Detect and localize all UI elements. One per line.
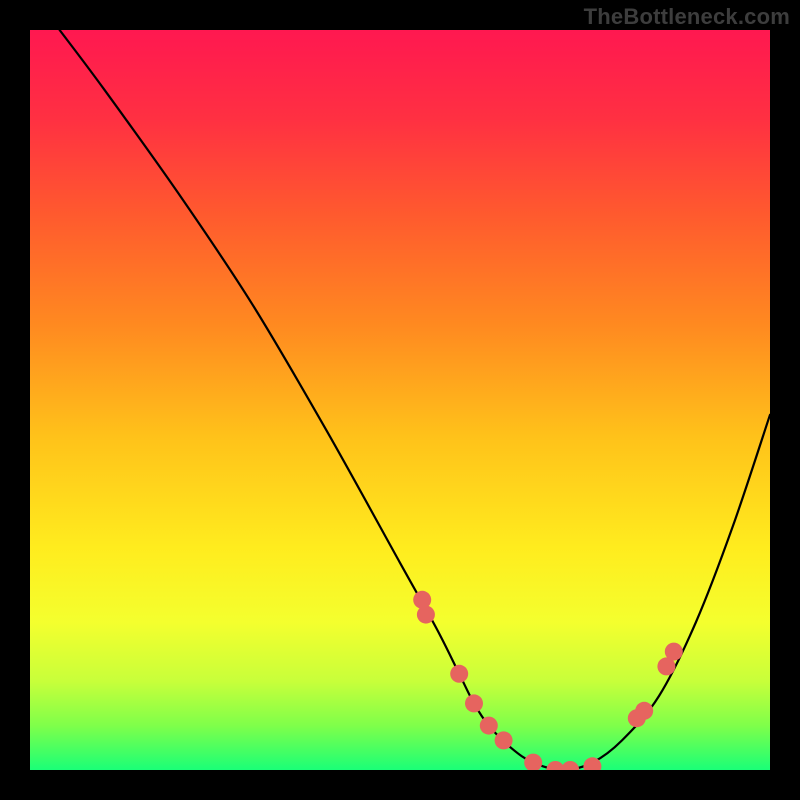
data-point [465,694,483,712]
chart-frame: TheBottleneck.com [0,0,800,800]
data-point [450,665,468,683]
data-point [417,606,435,624]
data-point [495,731,513,749]
data-point [665,643,683,661]
data-point [635,702,653,720]
watermark-text: TheBottleneck.com [584,4,790,30]
chart-plot [30,30,770,770]
data-point [480,717,498,735]
chart-svg [30,30,770,770]
